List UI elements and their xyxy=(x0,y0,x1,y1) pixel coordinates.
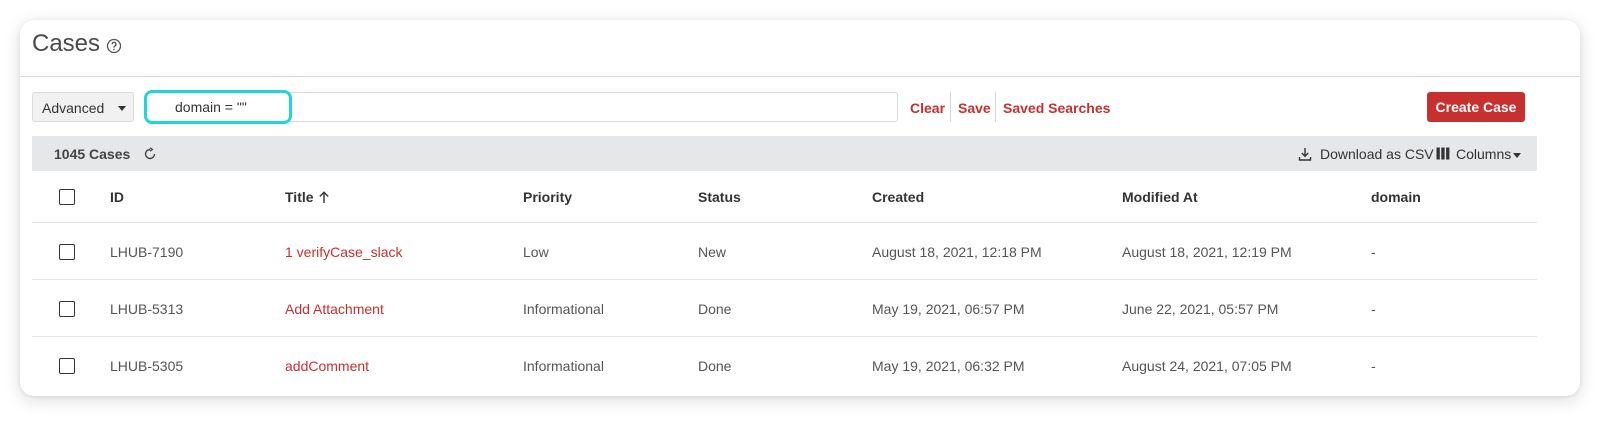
search-mode-value: Advanced xyxy=(42,100,105,116)
create-case-button[interactable]: Create Case xyxy=(1427,92,1525,122)
arrow-up-icon xyxy=(318,191,329,203)
table-row[interactable]: LHUB-5305 addComment Informational Done … xyxy=(32,337,1537,393)
results-summary-bar: 1045 Cases Download as CSV Columns xyxy=(32,136,1537,171)
cases-card: Cases Advanced domain = "" Clear Save Sa… xyxy=(20,20,1580,396)
case-created: May 19, 2021, 06:32 PM xyxy=(872,358,1025,374)
search-mode-select[interactable]: Advanced xyxy=(32,92,134,122)
case-modified-at: June 22, 2021, 05:57 PM xyxy=(1122,301,1279,317)
download-icon[interactable] xyxy=(1297,146,1313,162)
cases-table: ID Title Priority Status Created Modifie… xyxy=(32,171,1537,393)
column-header-title[interactable]: Title xyxy=(285,189,330,205)
case-count: 1045 Cases xyxy=(54,146,131,162)
download-csv-button[interactable]: Download as CSV xyxy=(1320,146,1434,162)
case-created: May 19, 2021, 06:57 PM xyxy=(872,301,1025,317)
column-header-id[interactable]: ID xyxy=(110,189,124,205)
column-header-priority[interactable]: Priority xyxy=(523,189,572,205)
question-circle-icon[interactable] xyxy=(106,38,122,54)
row-checkbox[interactable] xyxy=(59,301,75,317)
table-row[interactable]: LHUB-7190 1 verifyCase_slack Low New Aug… xyxy=(32,223,1537,280)
saved-searches-button[interactable]: Saved Searches xyxy=(1003,100,1110,116)
page-title: Cases xyxy=(32,30,101,57)
case-id: LHUB-5313 xyxy=(110,301,184,317)
table-header-row: ID Title Priority Status Created Modifie… xyxy=(32,171,1537,223)
divider xyxy=(995,92,996,122)
column-header-domain[interactable]: domain xyxy=(1371,189,1421,205)
columns-icon[interactable] xyxy=(1436,147,1450,160)
page-header: Cases xyxy=(20,20,1580,77)
case-id: LHUB-5305 xyxy=(110,358,184,374)
case-title-link[interactable]: 1 verifyCase_slack xyxy=(285,244,403,260)
case-status: New xyxy=(698,244,727,260)
case-title-link[interactable]: Add Attachment xyxy=(285,301,384,317)
case-created: August 18, 2021, 12:18 PM xyxy=(872,244,1042,260)
case-modified-at: August 24, 2021, 07:05 PM xyxy=(1122,358,1292,374)
clear-button[interactable]: Clear xyxy=(910,100,945,116)
column-header-modified-at[interactable]: Modified At xyxy=(1122,189,1198,205)
case-domain: - xyxy=(1371,301,1376,317)
divider xyxy=(950,92,951,122)
caret-down-icon xyxy=(1513,153,1521,158)
case-priority: Informational xyxy=(523,301,604,317)
search-toolbar: Advanced domain = "" Clear Save Saved Se… xyxy=(20,90,1580,124)
column-header-created[interactable]: Created xyxy=(872,189,924,205)
row-checkbox[interactable] xyxy=(59,244,75,260)
caret-down-icon xyxy=(118,106,126,111)
search-query-text: domain = "" xyxy=(175,99,247,115)
column-header-title-label: Title xyxy=(285,189,314,205)
case-domain: - xyxy=(1371,244,1376,260)
case-title-link[interactable]: addComment xyxy=(285,358,369,374)
refresh-icon[interactable] xyxy=(143,147,157,161)
case-priority: Low xyxy=(523,244,549,260)
column-header-status[interactable]: Status xyxy=(698,189,741,205)
row-checkbox[interactable] xyxy=(59,358,75,374)
case-modified-at: August 18, 2021, 12:19 PM xyxy=(1122,244,1292,260)
case-priority: Informational xyxy=(523,358,604,374)
case-status: Done xyxy=(698,301,732,317)
table-row[interactable]: LHUB-5313 Add Attachment Informational D… xyxy=(32,280,1537,337)
case-id: LHUB-7190 xyxy=(110,244,184,260)
columns-button[interactable]: Columns xyxy=(1456,146,1511,162)
case-domain: - xyxy=(1371,358,1376,374)
case-status: Done xyxy=(698,358,732,374)
select-all-checkbox[interactable] xyxy=(59,189,75,205)
save-button[interactable]: Save xyxy=(958,100,991,116)
